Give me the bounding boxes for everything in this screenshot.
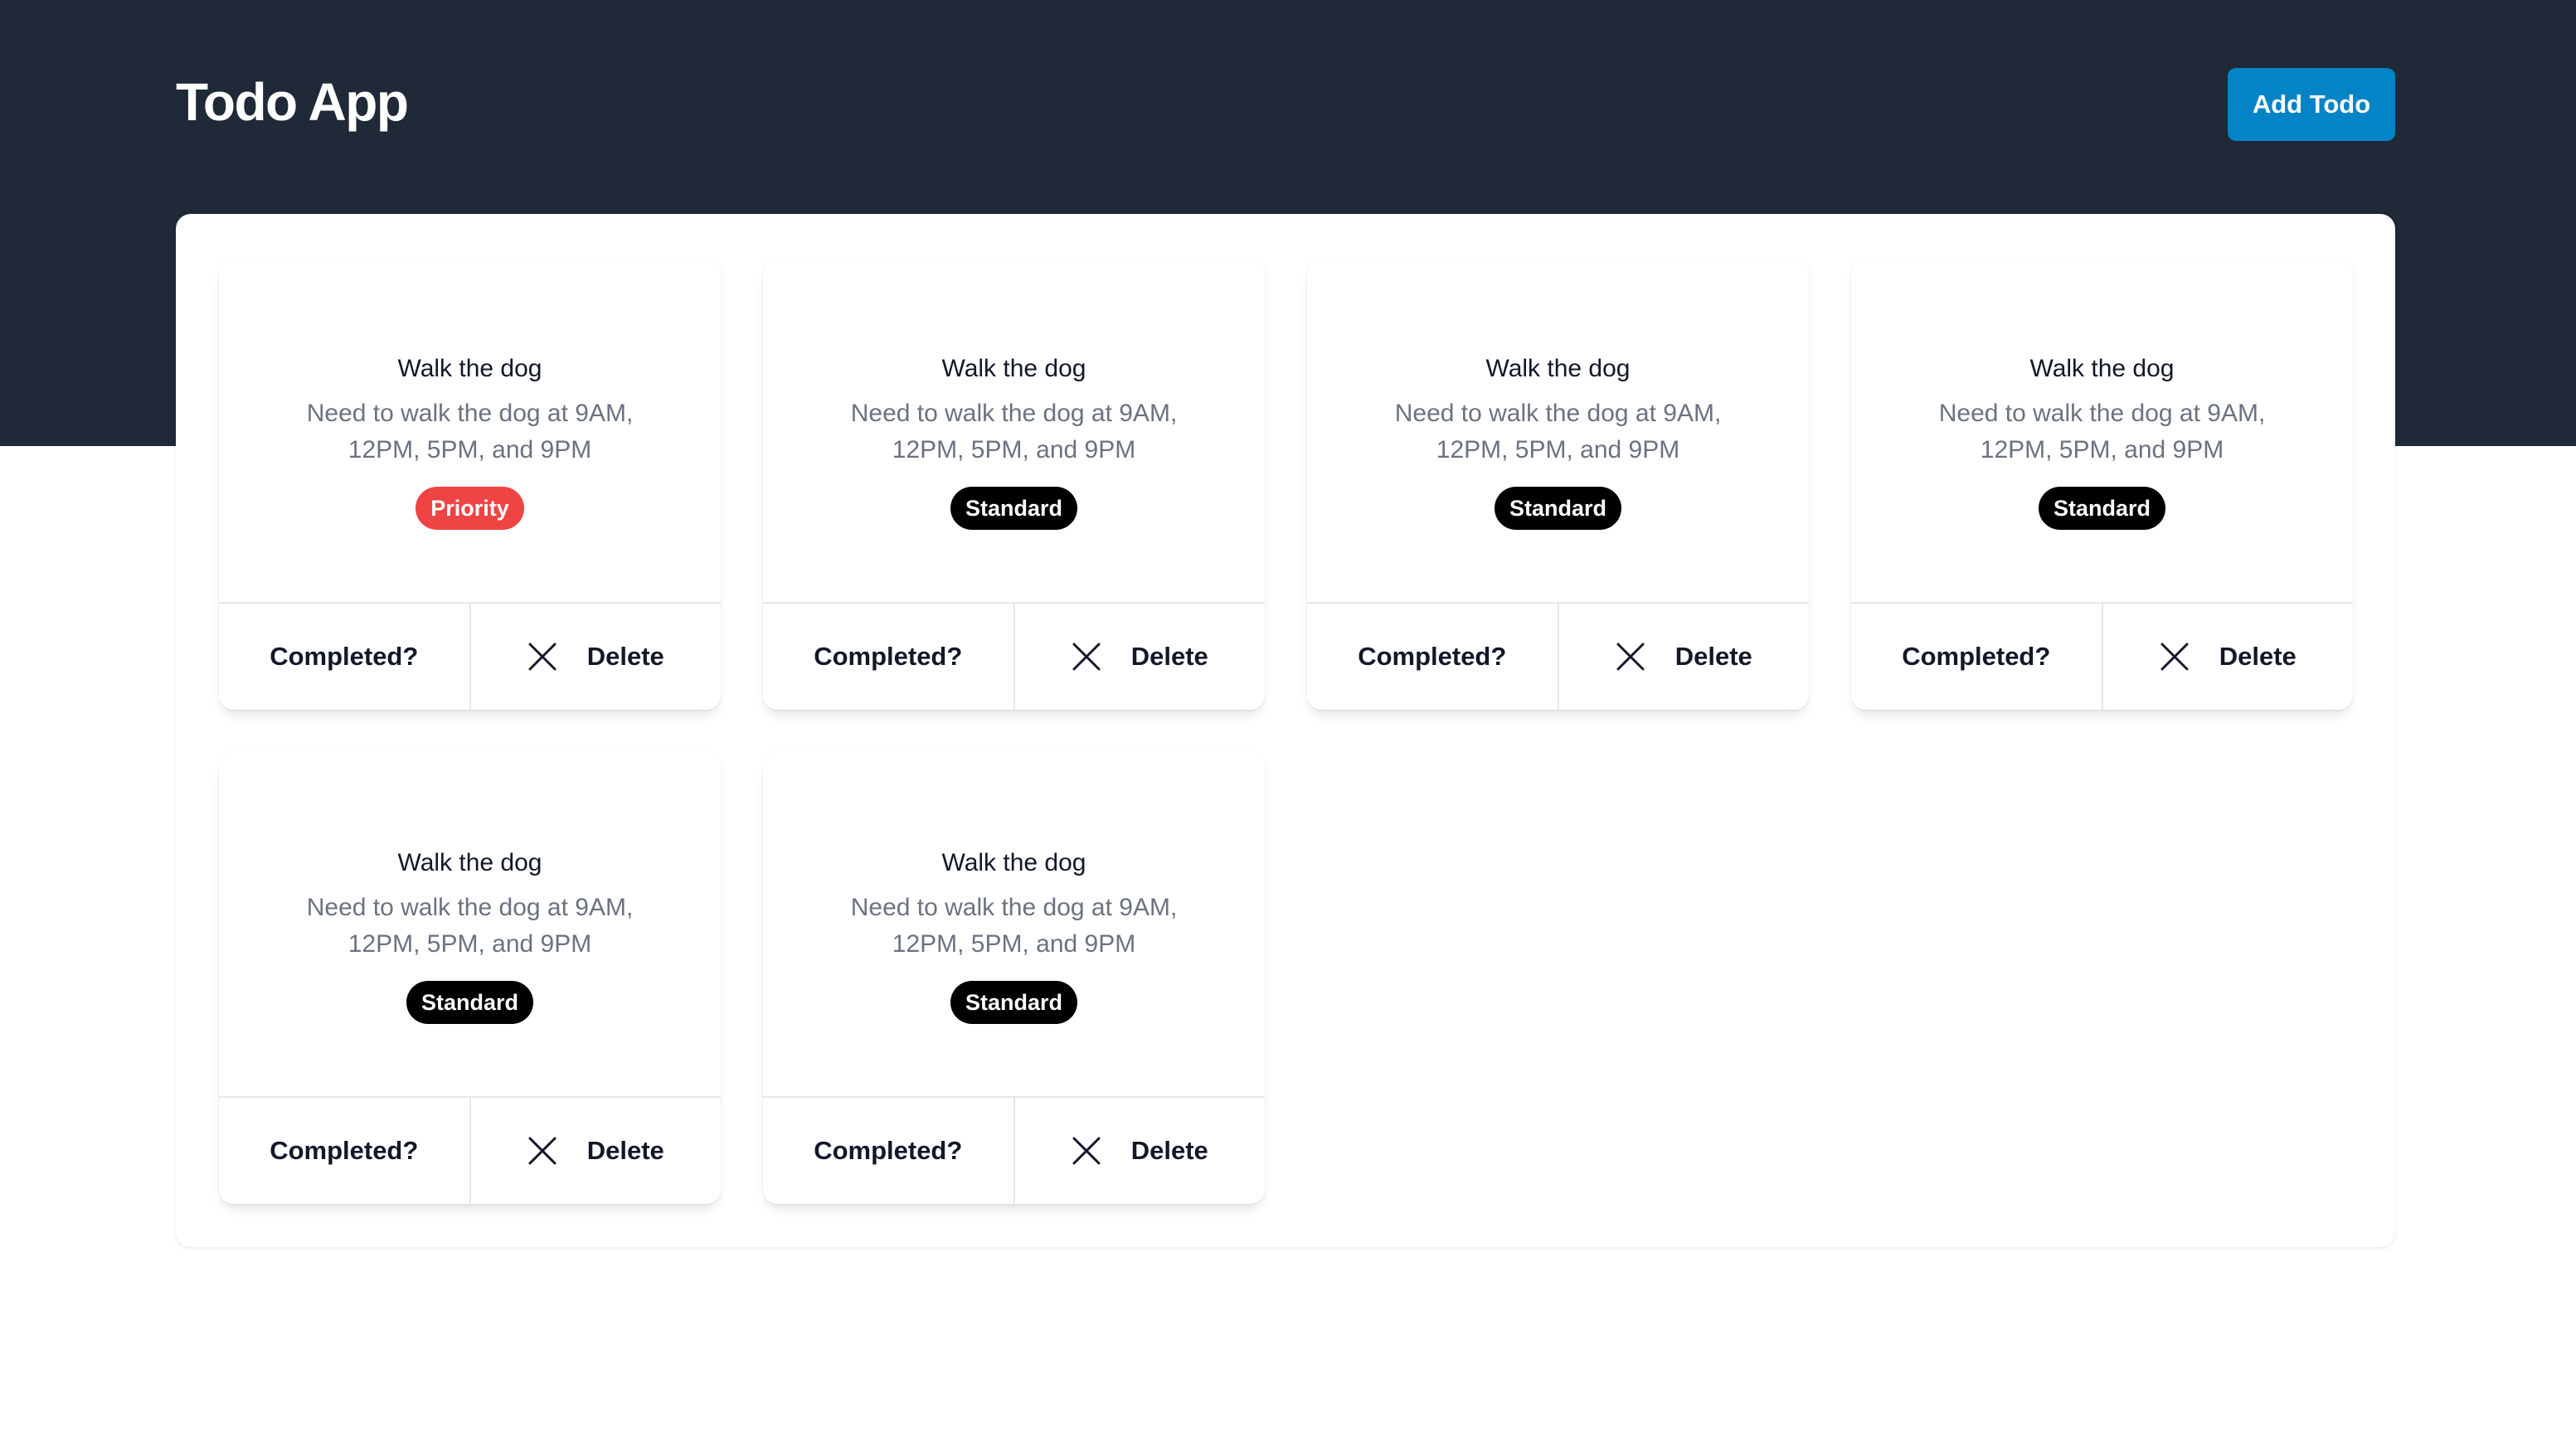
standard-badge: Standard bbox=[1494, 487, 1622, 530]
todo-card-footer: Completed? Delete bbox=[763, 604, 1265, 710]
completed-label: Completed? bbox=[1902, 642, 2051, 671]
x-icon bbox=[1616, 642, 1645, 672]
delete-button[interactable]: Delete bbox=[469, 1098, 721, 1204]
completed-button[interactable]: Completed? bbox=[763, 1098, 1013, 1204]
completed-label: Completed? bbox=[814, 642, 963, 671]
todo-title: Walk the dog bbox=[397, 849, 542, 876]
add-todo-button[interactable]: Add Todo bbox=[2228, 68, 2395, 141]
todo-title: Walk the dog bbox=[397, 355, 542, 382]
delete-label: Delete bbox=[586, 1136, 664, 1165]
todo-description: Need to walk the dog at 9AM, 12PM, 5PM, … bbox=[850, 400, 1178, 463]
todo-title: Walk the dog bbox=[941, 849, 1086, 876]
todo-card-body: Walk the dog Need to walk the dog at 9AM… bbox=[1851, 257, 2353, 604]
delete-button[interactable]: Delete bbox=[1013, 604, 1265, 710]
priority-badge: Priority bbox=[416, 487, 524, 530]
delete-label: Delete bbox=[1674, 642, 1752, 671]
todo-card-2: Walk the dog Need to walk the dog at 9AM… bbox=[763, 257, 1265, 710]
todo-title: Walk the dog bbox=[2029, 355, 2175, 382]
delete-button[interactable]: Delete bbox=[2101, 604, 2353, 710]
todo-description: Need to walk the dog at 9AM, 12PM, 5PM, … bbox=[306, 400, 634, 463]
standard-badge: Standard bbox=[950, 487, 1078, 530]
completed-label: Completed? bbox=[814, 1136, 963, 1165]
todo-card-3: Walk the dog Need to walk the dog at 9AM… bbox=[1307, 257, 1809, 710]
completed-label: Completed? bbox=[270, 1136, 419, 1165]
todo-panel: Walk the dog Need to walk the dog at 9AM… bbox=[176, 214, 2395, 1247]
x-icon bbox=[527, 1136, 557, 1166]
todo-title: Walk the dog bbox=[1485, 355, 1631, 382]
completed-button[interactable]: Completed? bbox=[763, 604, 1013, 710]
completed-label: Completed? bbox=[1358, 642, 1507, 671]
todo-description: Need to walk the dog at 9AM, 12PM, 5PM, … bbox=[850, 894, 1178, 958]
app-title: Todo App bbox=[176, 72, 409, 132]
delete-button[interactable]: Delete bbox=[1557, 604, 1809, 710]
completed-button[interactable]: Completed? bbox=[219, 1098, 469, 1204]
todo-card-footer: Completed? Delete bbox=[219, 1098, 721, 1204]
standard-badge: Standard bbox=[2038, 487, 2166, 530]
todo-card-footer: Completed? Delete bbox=[219, 604, 721, 710]
x-icon bbox=[2160, 642, 2190, 672]
todo-title: Walk the dog bbox=[941, 355, 1086, 382]
x-icon bbox=[1072, 1136, 1101, 1166]
todo-card-4: Walk the dog Need to walk the dog at 9AM… bbox=[1851, 257, 2353, 710]
standard-badge: Standard bbox=[406, 981, 534, 1024]
todo-card-body: Walk the dog Need to walk the dog at 9AM… bbox=[1307, 257, 1809, 604]
delete-button[interactable]: Delete bbox=[469, 604, 721, 710]
todo-card-footer: Completed? Delete bbox=[763, 1098, 1265, 1204]
todo-grid: Walk the dog Need to walk the dog at 9AM… bbox=[219, 257, 2353, 1204]
completed-button[interactable]: Completed? bbox=[1307, 604, 1558, 710]
todo-card-footer: Completed? Delete bbox=[1851, 604, 2353, 710]
todo-card-footer: Completed? Delete bbox=[1307, 604, 1809, 710]
todo-description: Need to walk the dog at 9AM, 12PM, 5PM, … bbox=[1938, 400, 2266, 463]
delete-label: Delete bbox=[586, 642, 664, 671]
delete-button[interactable]: Delete bbox=[1013, 1098, 1265, 1204]
todo-card-6: Walk the dog Need to walk the dog at 9AM… bbox=[763, 751, 1265, 1204]
delete-label: Delete bbox=[2219, 642, 2297, 671]
x-icon bbox=[527, 642, 557, 672]
todo-card-1: Walk the dog Need to walk the dog at 9AM… bbox=[219, 257, 721, 710]
completed-button[interactable]: Completed? bbox=[1851, 604, 2102, 710]
todo-card-body: Walk the dog Need to walk the dog at 9AM… bbox=[763, 257, 1265, 604]
todo-card-5: Walk the dog Need to walk the dog at 9AM… bbox=[219, 751, 721, 1204]
todo-card-body: Walk the dog Need to walk the dog at 9AM… bbox=[763, 751, 1265, 1098]
todo-description: Need to walk the dog at 9AM, 12PM, 5PM, … bbox=[306, 894, 634, 958]
delete-label: Delete bbox=[1130, 1136, 1208, 1165]
todo-card-body: Walk the dog Need to walk the dog at 9AM… bbox=[219, 257, 721, 604]
completed-button[interactable]: Completed? bbox=[219, 604, 469, 710]
x-icon bbox=[1072, 642, 1101, 672]
completed-label: Completed? bbox=[270, 642, 419, 671]
delete-label: Delete bbox=[1130, 642, 1208, 671]
todo-description: Need to walk the dog at 9AM, 12PM, 5PM, … bbox=[1394, 400, 1722, 463]
todo-card-body: Walk the dog Need to walk the dog at 9AM… bbox=[219, 751, 721, 1098]
standard-badge: Standard bbox=[950, 981, 1078, 1024]
